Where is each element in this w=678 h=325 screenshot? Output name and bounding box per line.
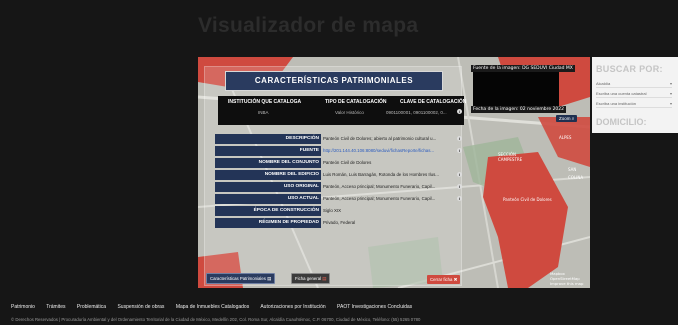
- col-header-key: CLAVE DE CATALOGACIÓN: [400, 99, 467, 105]
- row-value: Panteón, Acceso principal; Monumento Fun…: [323, 196, 436, 201]
- detail-row-fuente: FUENTE http://201.144.40.106:8080/seduvi…: [215, 146, 463, 156]
- cuenta-catastral-select[interactable]: Escriba una cuenta catastral ▾: [596, 90, 672, 98]
- type-value: Valor Histórico: [335, 110, 364, 115]
- general-sheet-button[interactable]: Ficha general ▤: [291, 273, 331, 284]
- row-label: FUENTE: [215, 146, 321, 156]
- institucion-select-label: Escriba una institución: [596, 101, 637, 106]
- map-view[interactable]: ALPES SAN COLINA SECCIÓN CAMPESTRE Pante…: [198, 57, 590, 288]
- footer-link-autorizaciones[interactable]: Autorizaciones por Institución: [260, 304, 325, 310]
- place-label: ALPES: [559, 135, 572, 140]
- row-label: ÉPOCA DE CONSTRUCCIÓN: [215, 206, 321, 216]
- heritage-card: CARACTERÍSTICAS PATRIMONIALES INSTITUCIÓ…: [204, 66, 467, 286]
- footer-link-paot[interactable]: PAOT Investigaciones Concluidas: [337, 304, 412, 310]
- row-label: USO ORIGINAL: [215, 182, 321, 192]
- chevron-down-icon: ▾: [669, 101, 672, 106]
- key-value: 0901100001, 0901100002, 0...: [386, 110, 447, 115]
- search-title: BUSCAR POR:: [596, 64, 663, 74]
- detail-row-uso-original: USO ORIGINAL Panteón, Acceso principal; …: [215, 182, 463, 192]
- detail-row-uso-actual: USO ACTUAL Panteón, Acceso principal; Mo…: [215, 194, 463, 204]
- place-label: Panteón Civil de Dolores: [503, 197, 552, 202]
- alcaldia-select[interactable]: Alcaldía ▾: [596, 80, 672, 88]
- row-label: USO ACTUAL: [215, 194, 321, 204]
- institution-value: INBA: [258, 110, 269, 115]
- footer-link-problematica[interactable]: Problemática: [77, 304, 106, 310]
- row-value: Panteón Civil de Dolores; abierto al pat…: [323, 136, 437, 141]
- close-sheet-button[interactable]: Cerrar ficha ✖: [427, 275, 461, 284]
- image-source: Fuente de la imagen: DG SEDUVI Ciudad MX: [471, 65, 575, 72]
- image-date: Fecha de la imagen: 02 noviembre 2022: [471, 106, 567, 113]
- general-sheet-label: Ficha general: [295, 276, 322, 281]
- row-value: Siglo XIX: [323, 208, 342, 213]
- footer-copyright: © Derechos Reservados | Procuraduría Amb…: [11, 317, 421, 322]
- info-icon[interactable]: i: [457, 184, 462, 189]
- card-title: CARACTERÍSTICAS PATRIMONIALES: [225, 71, 443, 91]
- attribution-improve[interactable]: Improve this map: [550, 281, 583, 286]
- patrimonial-tab-label: Características Patrimoniales: [210, 276, 266, 281]
- place-label: COLINA: [568, 175, 584, 180]
- footer-link-suspension[interactable]: Suspensión de obras: [117, 304, 164, 310]
- patrimonial-tab-button[interactable]: Características Patrimoniales ▤: [206, 273, 276, 284]
- domicilio-heading: DOMICILIO:: [596, 117, 647, 127]
- info-icon[interactable]: i: [457, 136, 462, 141]
- zoom-label: Zoom: [559, 116, 571, 121]
- search-icon: ⌕: [571, 116, 575, 121]
- info-icon[interactable]: i: [457, 109, 462, 114]
- image-preview: [473, 69, 559, 110]
- close-icon: ✖: [453, 277, 458, 282]
- source-link[interactable]: http://201.144.40.106:8080/seduvi/fichas…: [323, 146, 455, 156]
- info-icon[interactable]: i: [457, 196, 462, 201]
- row-value: Luis Román, Luis Barragán, Rotonda de lo…: [323, 172, 439, 177]
- chevron-down-icon: ▾: [669, 81, 672, 86]
- institucion-select[interactable]: Escriba una institución ▾: [596, 100, 672, 108]
- close-sheet-label: Cerrar ficha: [430, 277, 453, 282]
- institution-table: INSTITUCIÓN QUE CATALOGA TIPO DE CATALOG…: [218, 96, 467, 125]
- info-icon[interactable]: i: [457, 148, 462, 153]
- detail-row-descripcion: DESCRIPCIÓN Panteón Civil de Dolores; ab…: [215, 134, 463, 144]
- row-label: NOMBRE DEL EDIFICIO: [215, 170, 321, 180]
- place-label: CAMPESTRE: [498, 157, 523, 162]
- detail-row-edificio: NOMBRE DEL EDIFICIO Luis Román, Luis Bar…: [215, 170, 463, 180]
- detail-row-regimen: RÉGIMEN DE PROPIEDAD Privado, Federal: [215, 218, 463, 228]
- row-value: Panteón, Acceso principal; Monumento Fun…: [323, 184, 436, 189]
- zoom-button[interactable]: Zoom ⌕: [556, 115, 578, 122]
- document-icon: ▤: [267, 276, 272, 281]
- row-value: Panteón Civil de Dolores: [323, 160, 372, 165]
- chevron-down-icon: ▾: [669, 91, 672, 96]
- document-icon: ▤: [322, 276, 327, 281]
- row-label: RÉGIMEN DE PROPIEDAD: [215, 218, 321, 228]
- footer-link-mapa[interactable]: Mapa de Inmuebles Catalogados: [176, 304, 249, 310]
- row-value: Privado, Federal: [323, 220, 356, 225]
- col-header-type: TIPO DE CATALOGACIÓN: [325, 99, 387, 105]
- cuenta-catastral-label: Escriba una cuenta catastral: [596, 91, 647, 96]
- row-label: DESCRIPCIÓN: [215, 134, 321, 144]
- row-label: NOMBRE DEL CONJUNTO: [215, 158, 321, 168]
- detail-row-epoca: ÉPOCA DE CONSTRUCCIÓN Siglo XIX: [215, 206, 463, 216]
- search-panel: BUSCAR POR: Alcaldía ▾ Escriba una cuent…: [592, 57, 678, 133]
- info-icon[interactable]: i: [457, 172, 462, 177]
- page-title: Visualizador de mapa: [198, 14, 419, 37]
- map-attribution: Mapbox OpenStreetMap Improve this map: [550, 271, 583, 286]
- col-header-institution: INSTITUCIÓN QUE CATALOGA: [228, 99, 302, 105]
- alcaldia-select-label: Alcaldía: [596, 81, 611, 86]
- footer-link-patrimonio[interactable]: Patrimonio: [11, 304, 35, 310]
- footer-nav: Patrimonio Trámites Problemática Suspens…: [11, 304, 422, 310]
- detail-row-conjunto: NOMBRE DEL CONJUNTO Panteón Civil de Dol…: [215, 158, 463, 168]
- place-label: SAN: [568, 167, 577, 172]
- footer-link-tramites[interactable]: Trámites: [46, 304, 65, 310]
